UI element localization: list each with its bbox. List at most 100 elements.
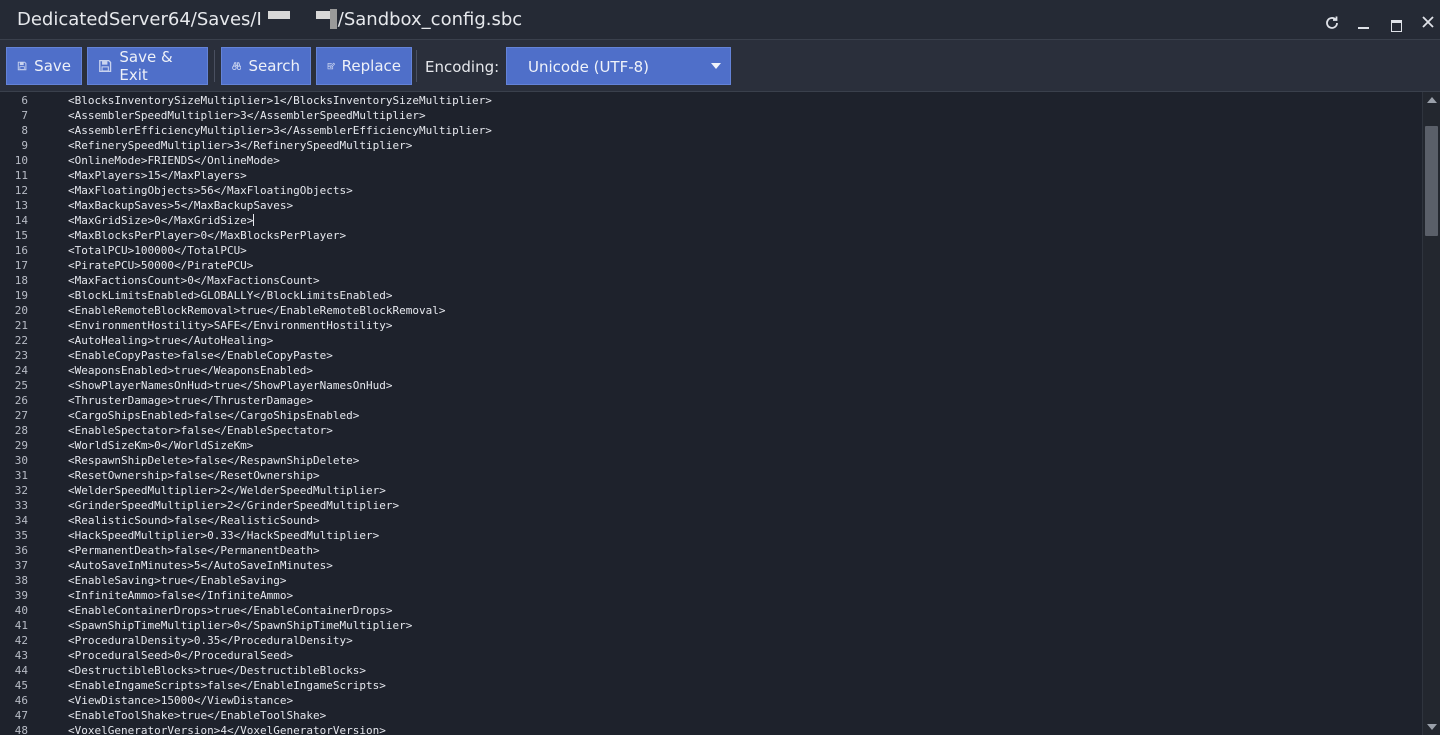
code-line[interactable]: 47 <EnableToolShake>true</EnableToolShake… [0, 708, 1422, 723]
line-text: <EnvironmentHostility>SAFE</EnvironmentH… [68, 319, 393, 332]
line-number: 43 [14, 649, 28, 662]
line-text: <RealisticSound>false</RealisticSound> [68, 514, 320, 527]
code-line[interactable]: 43 <ProceduralSeed>0</ProceduralSeed> [0, 648, 1422, 663]
code-line[interactable]: 38 <EnableSaving>true</EnableSaving> [0, 573, 1422, 588]
code-line[interactable]: 37 <AutoSaveInMinutes>5</AutoSaveInMinute… [0, 558, 1422, 573]
edit-document-icon [327, 62, 335, 70]
close-icon [1422, 16, 1434, 28]
code-line[interactable]: 19 <BlockLimitsEnabled>GLOBALLY</BlockLim… [0, 288, 1422, 303]
code-line[interactable]: 31 <ResetOwnership>false</ResetOwnership> [0, 468, 1422, 483]
code-line[interactable]: 36 <PermanentDeath>false</PermanentDeath> [0, 543, 1422, 558]
line-text: <PiratePCU>50000</PiratePCU> [68, 259, 254, 272]
code-line[interactable]: 10 <OnlineMode>FRIENDS</OnlineMode> [0, 153, 1422, 168]
line-text: <EnableToolShake>true</EnableToolShake> [68, 709, 327, 722]
code-line[interactable]: 16 <TotalPCU>100000</TotalPCU> [0, 243, 1422, 258]
code-line[interactable]: 9 <RefinerySpeedMultiplier>3</RefinerySpe… [0, 138, 1422, 153]
code-line[interactable]: 12 <MaxFloatingObjects>56</MaxFloatingObj… [0, 183, 1422, 198]
redacted-block [329, 9, 337, 29]
line-number: 27 [14, 409, 28, 422]
line-number: 19 [14, 289, 28, 302]
code-line[interactable]: 34 <RealisticSound>false</RealisticSound> [0, 513, 1422, 528]
code-line[interactable]: 40 <EnableContainerDrops>true</EnableCont… [0, 603, 1422, 618]
title-suffix: /Sandbox_config.sbc [337, 9, 523, 30]
line-number: 38 [14, 574, 28, 587]
line-text: <HackSpeedMultiplier>0.33</HackSpeedMult… [68, 529, 380, 542]
code-line[interactable]: 41 <SpawnShipTimeMultiplier>0</SpawnShipT… [0, 618, 1422, 633]
redacted-block [315, 11, 330, 19]
replace-button[interactable]: Replace [316, 47, 412, 85]
line-text: <AssemblerSpeedMultiplier>3</AssemblerSp… [68, 109, 426, 122]
code-line[interactable]: 14 <MaxGridSize>0</MaxGridSize> [0, 213, 1422, 228]
toolbar: Save Save & Exit Search Replace Encoding… [0, 40, 1440, 92]
save-button[interactable]: Save [6, 47, 82, 85]
save-label: Save [34, 57, 71, 75]
save-exit-button[interactable]: Save & Exit [87, 47, 208, 85]
maximize-button[interactable] [1385, 12, 1407, 34]
line-number: 17 [14, 259, 28, 272]
scroll-up-icon[interactable] [1427, 97, 1437, 103]
floppy-disk-icon [17, 61, 27, 71]
encoding-value: Unicode (UTF-8) [528, 58, 650, 76]
line-text: <ProceduralDensity>0.35</ProceduralDensi… [68, 634, 353, 647]
minimize-button[interactable] [1353, 12, 1375, 34]
search-button[interactable]: Search [221, 47, 311, 85]
code-line[interactable]: 48 <VoxelGeneratorVersion>4</VoxelGenerat… [0, 723, 1422, 735]
line-text: <EnableContainerDrops>true</EnableContai… [68, 604, 393, 617]
line-number: 40 [14, 604, 28, 617]
vertical-scrollbar[interactable] [1422, 92, 1440, 735]
code-line[interactable]: 28 <EnableSpectator>false</EnableSpectato… [0, 423, 1422, 438]
line-text: <MaxPlayers>15</MaxPlayers> [68, 169, 247, 182]
code-line[interactable]: 18 <MaxFactionsCount>0</MaxFactionsCount> [0, 273, 1422, 288]
code-line[interactable]: 24 <WeaponsEnabled>true</WeaponsEnabled> [0, 363, 1422, 378]
line-text: <ViewDistance>15000</ViewDistance> [68, 694, 294, 707]
code-line[interactable]: 17 <PiratePCU>50000</PiratePCU> [0, 258, 1422, 273]
code-line[interactable]: 32 <WelderSpeedMultiplier>2</WelderSpeedM… [0, 483, 1422, 498]
line-number: 41 [14, 619, 28, 632]
line-text: <EnableRemoteBlockRemoval>true</EnableRe… [68, 304, 446, 317]
code-line[interactable]: 44 <DestructibleBlocks>true</Destructible… [0, 663, 1422, 678]
code-line[interactable]: 39 <InfiniteAmmo>false</InfiniteAmmo> [0, 588, 1422, 603]
line-number: 13 [14, 199, 28, 212]
code-line[interactable]: 33 <GrinderSpeedMultiplier>2</GrinderSpee… [0, 498, 1422, 513]
line-text: <WorldSizeKm>0</WorldSizeKm> [68, 439, 254, 452]
code-line[interactable]: 22 <AutoHealing>true</AutoHealing> [0, 333, 1422, 348]
refresh-button[interactable] [1321, 15, 1343, 37]
code-line[interactable]: 11 <MaxPlayers>15</MaxPlayers> [0, 168, 1422, 183]
code-line[interactable]: 15 <MaxBlocksPerPlayer>0</MaxBlocksPerPla… [0, 228, 1422, 243]
close-button[interactable] [1417, 12, 1439, 34]
code-line[interactable]: 30 <RespawnShipDelete>false</RespawnShipD… [0, 453, 1422, 468]
code-line[interactable]: 42 <ProceduralDensity>0.35</ProceduralDen… [0, 633, 1422, 648]
line-number: 28 [14, 424, 28, 437]
code-editor[interactable]: 6 <BlocksInventorySizeMultiplier>1</Block… [0, 92, 1422, 735]
line-number: 10 [14, 154, 28, 167]
code-line[interactable]: 26 <ThrusterDamage>true</ThrusterDamage> [0, 393, 1422, 408]
floppy-disk-icon [99, 59, 112, 73]
code-line[interactable]: 7 <AssemblerSpeedMultiplier>3</AssemblerS… [0, 108, 1422, 123]
line-number: 45 [14, 679, 28, 692]
line-text: <ResetOwnership>false</ResetOwnership> [68, 469, 320, 482]
code-line[interactable]: 6 <BlocksInventorySizeMultiplier>1</Block… [0, 93, 1422, 108]
code-lines: 6 <BlocksInventorySizeMultiplier>1</Block… [0, 93, 1422, 735]
code-line[interactable]: 20 <EnableRemoteBlockRemoval>true</Enable… [0, 303, 1422, 318]
scrollbar-thumb[interactable] [1425, 126, 1438, 236]
line-text: <WeaponsEnabled>true</WeaponsEnabled> [68, 364, 314, 377]
line-text: <MaxBlocksPerPlayer>0</MaxBlocksPerPlaye… [68, 229, 347, 242]
code-line[interactable]: 23 <EnableCopyPaste>false</EnableCopyPast… [0, 348, 1422, 363]
line-text: <RefinerySpeedMultiplier>3</RefinerySpee… [68, 139, 413, 152]
encoding-select[interactable]: Unicode (UTF-8) [506, 47, 731, 85]
code-line[interactable]: 27 <CargoShipsEnabled>false</CargoShipsEn… [0, 408, 1422, 423]
code-line[interactable]: 29 <WorldSizeKm>0</WorldSizeKm> [0, 438, 1422, 453]
line-text: <RespawnShipDelete>false</RespawnShipDel… [68, 454, 360, 467]
scroll-down-icon[interactable] [1427, 724, 1437, 730]
code-line[interactable]: 45 <EnableIngameScripts>false</EnableInga… [0, 678, 1422, 693]
code-line[interactable]: 46 <ViewDistance>15000</ViewDistance> [0, 693, 1422, 708]
window-title: DedicatedServer64/Saves/I/Sandbox_config… [17, 9, 522, 30]
code-line[interactable]: 21 <EnvironmentHostility>SAFE</Environmen… [0, 318, 1422, 333]
code-line[interactable]: 25 <ShowPlayerNamesOnHud>true</ShowPlayer… [0, 378, 1422, 393]
code-line[interactable]: 35 <HackSpeedMultiplier>0.33</HackSpeedMu… [0, 528, 1422, 543]
line-number: 46 [14, 694, 28, 707]
line-number: 11 [14, 169, 28, 182]
code-line[interactable]: 13 <MaxBackupSaves>5</MaxBackupSaves> [0, 198, 1422, 213]
line-number: 30 [14, 454, 28, 467]
code-line[interactable]: 8 <AssemblerEfficiencyMultiplier>3</Assem… [0, 123, 1422, 138]
